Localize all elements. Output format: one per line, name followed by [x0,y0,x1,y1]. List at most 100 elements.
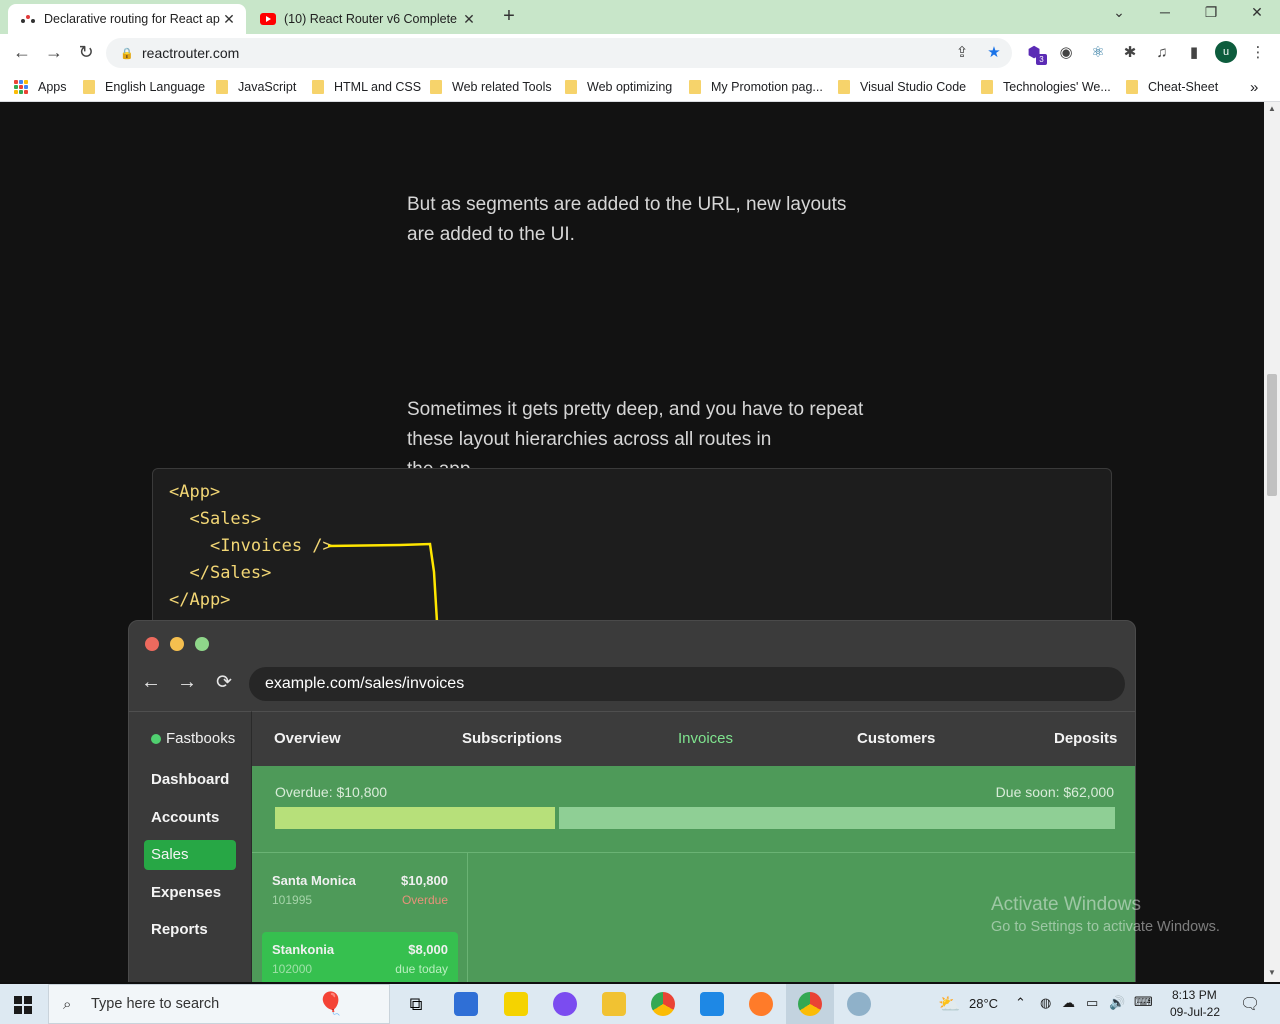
new-tab-button[interactable]: + [498,6,520,26]
activate-windows-title: Activate Windows [991,894,1141,915]
bookmark-folder[interactable]: English Language [83,77,205,97]
scroll-up-icon[interactable]: ▲ [1268,104,1276,113]
bookmark-folder[interactable]: Web optimizing [565,77,672,97]
bookmark-folder[interactable]: HTML and CSS [312,77,421,97]
taskbar-search[interactable]: ⌕ Type here to search 🎈 [48,984,390,1024]
close-window-icon[interactable]: ✕ [1242,4,1272,21]
search-placeholder: Type here to search [91,996,220,1012]
tray-chevron-icon[interactable]: ⌃ [1015,995,1026,1011]
folder-icon [312,80,324,94]
folder-icon [838,80,850,94]
bookmark-folder[interactable]: Visual Studio Code [838,77,966,97]
react-devtools-icon[interactable]: ⚛ [1088,43,1108,63]
extensions-puzzle-icon[interactable]: ✱ [1120,43,1140,63]
tab-title: Declarative routing for React app [44,12,220,26]
mock-sidebar-sales: Sales [144,840,236,870]
chrome-icon[interactable] [651,992,675,1016]
brand-dot-icon [151,733,161,744]
extension-badge: 3 [1036,54,1047,65]
react-router-logo-icon [20,11,36,27]
notifications-icon[interactable]: 🗨 [1240,994,1260,1014]
back-arrow-icon[interactable]: ← [10,41,34,65]
file-explorer-icon[interactable] [602,992,626,1016]
scrollbar-thumb[interactable] [1267,374,1277,496]
invoice-status: due today [395,962,448,976]
mock-tab-invoices: Invoices [678,730,734,747]
microsoft-store-icon[interactable] [454,992,478,1016]
close-tab-icon[interactable]: ✕ [460,11,478,28]
share-icon[interactable]: ⇪ [952,43,972,63]
more-menu-icon[interactable]: ⋮ [1248,43,1268,63]
page-scrollbar[interactable]: ▲ ▼ [1264,102,1280,982]
profile-avatar[interactable]: u [1215,41,1237,63]
media-queue-icon[interactable]: ♫ [1152,43,1172,63]
search-icon: ⌕ [63,995,72,1013]
tray-app-icon[interactable]: ◍ [1040,995,1051,1011]
bookmark-label: Web related Tools [452,80,552,94]
folder-icon [216,80,228,94]
tab-search-chevron-icon[interactable]: ⌄ [1104,4,1134,21]
scroll-down-icon[interactable]: ▼ [1268,968,1276,977]
mock-main: Overview Subscriptions Invoices Customer… [251,711,1135,982]
bookmarks-overflow-button[interactable]: » [1250,77,1258,97]
invoice-progress-bar [275,807,1115,829]
bookmark-folder[interactable]: Technologies' We... [981,77,1111,97]
minimize-icon[interactable]: ─ [1150,4,1180,20]
mock-tab-customers: Customers [857,730,936,747]
volume-icon[interactable]: 🔊 [1109,995,1125,1011]
bookmark-folder[interactable]: My Promotion pag... [689,77,823,97]
bookmark-star-icon[interactable]: ★ [984,43,1004,63]
folder-icon [981,80,993,94]
mock-sidebar-expenses: Expenses [151,884,222,901]
clock-time[interactable]: 8:13 PM [1172,988,1217,1002]
close-tab-icon[interactable]: ✕ [220,11,238,28]
forward-arrow-icon[interactable]: → [42,41,66,65]
weather-icon[interactable]: ⛅ [938,994,960,1015]
address-bar[interactable]: 🔒 reactrouter.com [106,38,1012,68]
bookmark-apps[interactable]: Apps [14,77,67,97]
due-soon-label: Due soon: $62,000 [995,784,1114,800]
overdue-bar-segment [275,807,555,829]
restore-icon[interactable]: ❐ [1196,4,1226,21]
mock-browser-window: ← → ⟳ example.com/sales/invoices Fastboo… [128,620,1136,982]
search-highlight-icon: 🎈 [317,991,345,1016]
bookmark-label: Web optimizing [587,80,673,94]
folder-icon [1126,80,1138,94]
invoice-amount: $10,800 [401,873,448,888]
mock-sidebar: Fastbooks Dashboard Accounts Sales Expen… [129,711,251,982]
mock-tab-subscriptions: Subscriptions [462,730,563,747]
mock-minimize-dot [170,637,184,651]
vscode-icon[interactable] [700,992,724,1016]
mock-close-dot [145,637,159,651]
reload-icon[interactable]: ↻ [74,41,98,65]
bookmark-folder[interactable]: JavaScript [216,77,296,97]
invoice-item-santa-monica: Santa Monica $10,800 101995 Overdue [262,863,458,919]
messenger-icon[interactable] [553,992,577,1016]
chrome-active-icon[interactable] [798,992,822,1016]
tab-react-router[interactable]: Declarative routing for React app ✕ [8,4,246,34]
camera-icon[interactable]: ◉ [1056,43,1076,63]
paint-icon[interactable] [847,992,871,1016]
clock-date[interactable]: 09-Jul-22 [1170,1005,1220,1019]
bookmark-folder[interactable]: Web related Tools [430,77,552,97]
network-icon[interactable]: ▭ [1086,995,1098,1011]
bookmarks-bar: Apps English Language JavaScript HTML an… [0,72,1280,102]
invoice-item-stankonia: Stankonia $8,000 102000 due today [262,932,458,982]
due-soon-bar-segment [559,807,1115,829]
bookmark-label: Cheat-Sheet [1148,80,1219,94]
side-panel-icon[interactable]: ▮ [1184,43,1204,63]
sticky-notes-icon[interactable] [504,992,528,1016]
firefox-icon[interactable] [749,992,773,1016]
onedrive-icon[interactable]: ☁ [1062,995,1075,1011]
windows-start-icon[interactable] [14,996,32,1014]
task-view-icon[interactable]: ⧉ [404,992,428,1016]
invoice-list: Santa Monica $10,800 101995 Overdue Stan… [252,852,468,982]
tab-youtube[interactable]: (10) React Router v6 Complete in ✕ [248,4,486,34]
temperature[interactable]: 28°C [969,996,998,1011]
page-content: But as segments are added to the URL, ne… [0,102,1264,982]
keyboard-icon[interactable]: ⌨ [1134,994,1153,1010]
bookmark-folder[interactable]: Cheat-Sheet [1126,77,1218,97]
mock-forward-arrow-icon: → [177,671,197,693]
invoice-number: 101995 [272,893,313,907]
bookmark-label: English Language [105,80,206,94]
